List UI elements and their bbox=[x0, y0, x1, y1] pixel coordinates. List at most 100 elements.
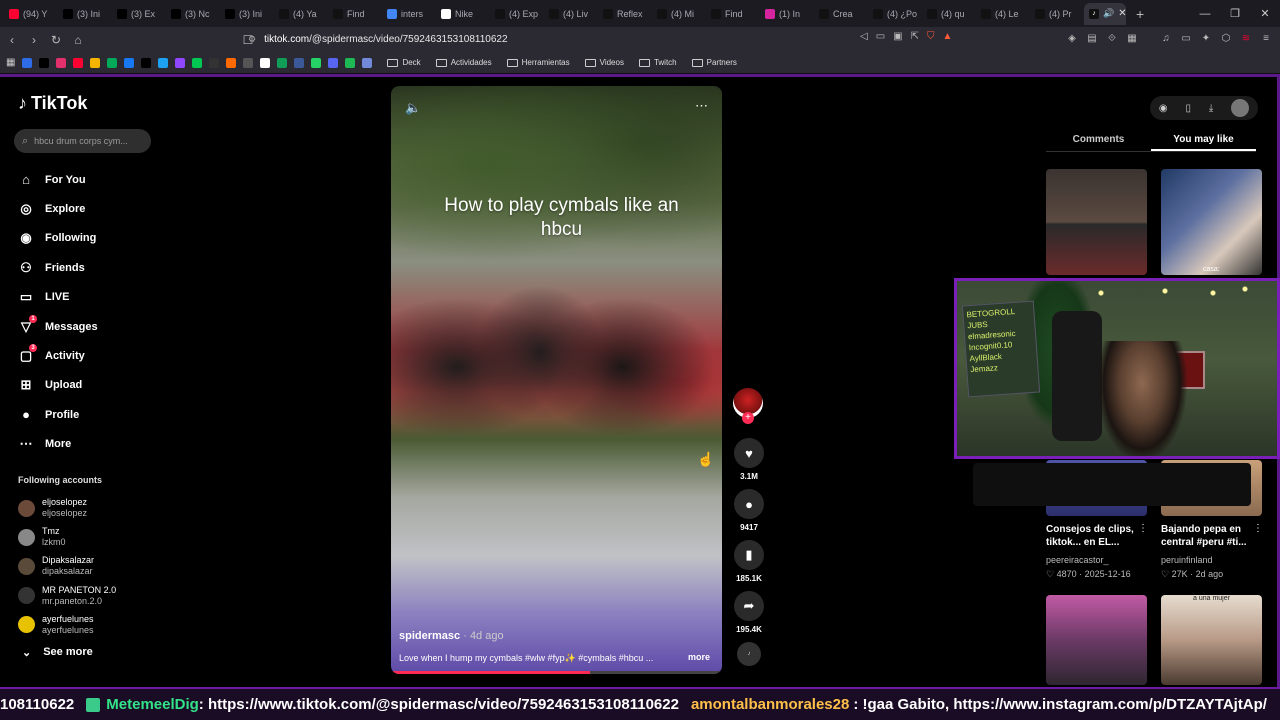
music-icon[interactable]: ♫ bbox=[1158, 33, 1174, 47]
bookmark-folder[interactable]: Herramientas bbox=[506, 58, 570, 67]
bookmark-favicon-icon[interactable] bbox=[56, 57, 67, 68]
bookmark-favicon-icon[interactable] bbox=[73, 57, 84, 68]
rewards-icon[interactable]: ▲ bbox=[943, 31, 953, 42]
back-icon[interactable]: ‹ bbox=[2, 33, 22, 47]
video-author[interactable]: spidermasc · 4d ago bbox=[399, 630, 504, 642]
apps-grid-icon[interactable]: ▦ bbox=[6, 57, 15, 68]
browser-tab[interactable]: (94) Y bbox=[4, 3, 58, 25]
video-progress-bar[interactable] bbox=[391, 671, 722, 674]
recommended-thumbnail[interactable] bbox=[1046, 595, 1147, 685]
bookmark-favicon-icon[interactable] bbox=[107, 57, 118, 68]
new-tab-button[interactable]: + bbox=[1126, 6, 1154, 22]
card-title[interactable]: Consejos de clips, tiktok... en EL... bbox=[1046, 523, 1146, 549]
bookmark-favicon-icon[interactable] bbox=[362, 57, 373, 68]
card-options-icon[interactable]: ⋮ bbox=[1253, 523, 1263, 534]
home-button-icon[interactable]: ⌂ bbox=[68, 33, 88, 47]
following-account[interactable]: ayerfuelunes ayerfuelunes bbox=[18, 614, 94, 636]
bookmark-favicon-icon[interactable] bbox=[294, 57, 305, 68]
browser-tab[interactable]: Crea bbox=[814, 3, 868, 25]
share-icon[interactable]: ⇱ bbox=[911, 31, 919, 42]
recommended-thumbnail[interactable]: casa: bbox=[1161, 169, 1262, 275]
bookmark-favicon-icon[interactable] bbox=[209, 57, 220, 68]
forward-icon[interactable]: › bbox=[24, 33, 44, 47]
comment-icon[interactable]: ● bbox=[734, 489, 764, 519]
sidebar-item-more[interactable]: ⋯ More bbox=[18, 430, 98, 459]
card-options-icon[interactable]: ⋮ bbox=[1138, 523, 1148, 534]
card-user[interactable]: peereiracastor_ bbox=[1046, 555, 1109, 565]
recommended-thumbnail[interactable]: a una mujer bbox=[1161, 595, 1262, 685]
tiktok-logo[interactable]: ♪ TikTok bbox=[18, 93, 87, 114]
minimize-icon[interactable]: — bbox=[1190, 8, 1220, 20]
browser-tab[interactable]: (3) Ini bbox=[220, 3, 274, 25]
bookmark-favicon-icon[interactable] bbox=[226, 57, 237, 68]
device-icon[interactable]: ▯ bbox=[1185, 103, 1191, 114]
vpn-icon[interactable]: ⬡ bbox=[1218, 33, 1234, 47]
browser-tab[interactable]: (1) In bbox=[760, 3, 814, 25]
browser-tab[interactable]: (4) Liv bbox=[544, 3, 598, 25]
browser-tab[interactable]: (3) Nc bbox=[166, 3, 220, 25]
share-arrow-icon[interactable]: ➦ bbox=[734, 591, 764, 621]
follow-plus-icon[interactable]: + bbox=[742, 412, 754, 424]
comment-action[interactable]: ● 9417 bbox=[733, 489, 765, 532]
extension-icon[interactable]: ▦ bbox=[1124, 33, 1140, 47]
bookmark-icon[interactable]: ▮ bbox=[734, 540, 764, 570]
bookmark-favicon-icon[interactable] bbox=[311, 57, 322, 68]
cast-icon[interactable]: ▭ bbox=[876, 31, 885, 42]
shield-icon[interactable]: ⛉ bbox=[927, 31, 935, 42]
sidebar-item-profile[interactable]: ● Profile bbox=[18, 400, 98, 429]
site-settings-icon[interactable]: ⚙ bbox=[248, 34, 256, 45]
following-account[interactable]: eljoselopez eljoselopez bbox=[18, 497, 87, 519]
browser-tab-active[interactable]: ♪ 🔊 ✕ bbox=[1084, 2, 1126, 25]
bookmark-favicon-icon[interactable] bbox=[39, 57, 50, 68]
browser-tab[interactable]: (4) Ya bbox=[274, 3, 328, 25]
tab-comments[interactable]: Comments bbox=[1046, 128, 1151, 151]
card-title[interactable]: Bajando pepa en central #peru #ti... bbox=[1161, 523, 1261, 549]
bookmark-favicon-icon[interactable] bbox=[90, 57, 101, 68]
mute-tab-icon[interactable]: ◁ bbox=[860, 31, 868, 42]
sidebar-item-live[interactable]: ▭ LIVE bbox=[18, 283, 98, 312]
bookmark-folder[interactable]: Twitch bbox=[638, 58, 677, 67]
extension-icon[interactable]: ⟐ bbox=[1104, 33, 1120, 47]
sidebar-item-friends[interactable]: ⚇ Friends bbox=[18, 253, 98, 282]
bookmark-favicon-icon[interactable] bbox=[192, 57, 203, 68]
browser-tab[interactable]: (4) Exp bbox=[490, 3, 544, 25]
browser-tab[interactable]: (4) Le bbox=[976, 3, 1030, 25]
bookmark-favicon-icon[interactable] bbox=[124, 57, 135, 68]
bookmark-folder[interactable]: Deck bbox=[387, 58, 421, 67]
sidebar-item-for-you[interactable]: ⌂ For You bbox=[18, 165, 98, 194]
see-more-button[interactable]: ⌄ See more bbox=[22, 646, 93, 659]
browser-tab[interactable]: (4) ¿Po bbox=[868, 3, 922, 25]
audio-playing-icon[interactable]: 🔊 bbox=[1103, 8, 1114, 19]
download-icon[interactable]: ⤓ bbox=[1209, 103, 1213, 114]
restore-icon[interactable]: ❐ bbox=[1220, 7, 1250, 20]
sidebar-item-upload[interactable]: ⊞ Upload bbox=[18, 371, 98, 400]
bookmark-favicon-icon[interactable] bbox=[277, 57, 288, 68]
user-avatar[interactable] bbox=[1231, 99, 1250, 117]
tab-you-may-like[interactable]: You may like bbox=[1151, 128, 1256, 151]
music-disc-icon[interactable]: ♪ bbox=[737, 642, 761, 666]
reload-icon[interactable]: ↻ bbox=[46, 33, 66, 47]
volume-icon[interactable]: 🔈 bbox=[405, 100, 421, 116]
browser-tab[interactable]: Find bbox=[706, 3, 760, 25]
bookmark-folder[interactable]: Videos bbox=[584, 58, 624, 67]
browser-tab[interactable]: (4) Pr bbox=[1030, 3, 1084, 25]
save-action[interactable]: ▮ 185.1K bbox=[733, 540, 765, 583]
sidebar-item-following[interactable]: ◉ Following bbox=[18, 224, 98, 253]
video-player[interactable]: 🔈 ⋯ How to play cymbals like an hbcu spi… bbox=[391, 86, 722, 674]
browser-tab[interactable]: Find bbox=[328, 3, 382, 25]
more-options-icon[interactable]: ⋯ bbox=[695, 98, 708, 114]
browser-tab[interactable]: (3) Ini bbox=[58, 3, 112, 25]
bookmark-folder[interactable]: Actividades bbox=[435, 58, 492, 67]
bookmark-favicon-icon[interactable] bbox=[260, 57, 271, 68]
like-action[interactable]: ♥ 3.1M bbox=[733, 438, 765, 481]
bookmark-favicon-icon[interactable] bbox=[328, 57, 339, 68]
description-more-button[interactable]: more bbox=[688, 652, 710, 662]
browser-tab[interactable]: Nike bbox=[436, 3, 490, 25]
bookmark-favicon-icon[interactable] bbox=[158, 57, 169, 68]
card-user[interactable]: peruinfinland bbox=[1161, 555, 1213, 565]
menu-icon[interactable]: ≡ bbox=[1258, 33, 1274, 47]
browser-tab[interactable]: (4) qu bbox=[922, 3, 976, 25]
bookmark-favicon-icon[interactable] bbox=[345, 57, 356, 68]
author-avatar[interactable]: + bbox=[733, 388, 763, 424]
extension-icon[interactable]: ◈ bbox=[1064, 33, 1080, 47]
